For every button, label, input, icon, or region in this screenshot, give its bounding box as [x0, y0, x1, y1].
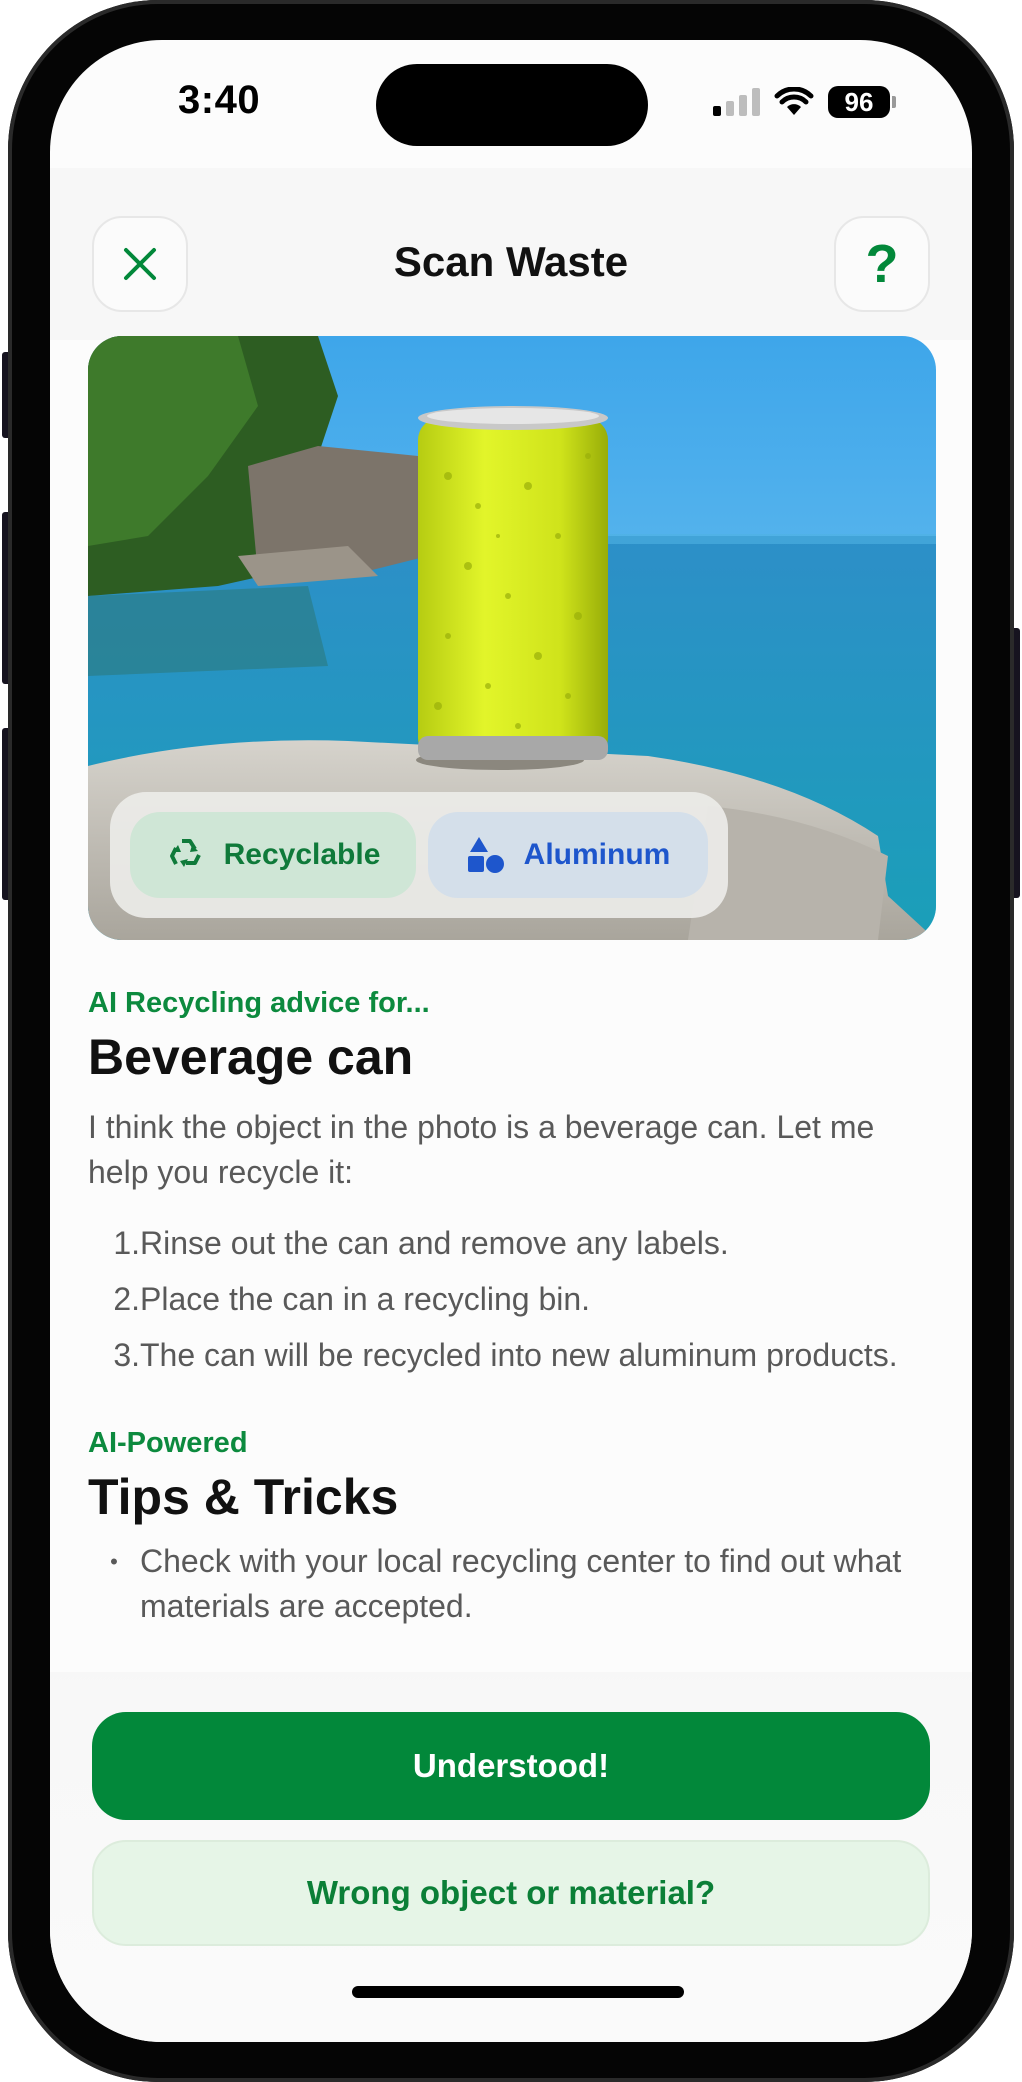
tip-text: Check with your local recycling center t… [140, 1542, 902, 1624]
battery-cap [892, 96, 896, 108]
recyclable-tag: Recyclable [130, 812, 416, 898]
recyclable-tag-label: Recyclable [223, 838, 381, 871]
object-title: Beverage can [88, 1028, 414, 1085]
step-text: Rinse out the can and remove any labels. [140, 1224, 729, 1261]
step-text: The can will be recycled into new alumin… [140, 1336, 898, 1373]
shapes-icon [467, 837, 504, 873]
list-item: 1. Rinse out the can and remove any labe… [88, 1221, 934, 1266]
advice-content: AI Recycling advice for... Beverage can … [88, 986, 934, 1629]
tips-list: • Check with your local recycling center… [88, 1539, 934, 1629]
dynamic-island [376, 64, 648, 146]
list-item: 3. The can will be recycled into new alu… [88, 1333, 934, 1378]
list-item: 2. Place the can in a recycling bin. [88, 1277, 934, 1322]
step-number: 1. [113, 1224, 140, 1261]
app-header: Scan Waste ? [50, 168, 972, 340]
app-screen: 3:40 96 Scan Waste ? Recyclable Aluminum… [50, 40, 972, 2042]
phone-device: 3:40 96 Scan Waste ? Recyclable Aluminum… [2, 0, 1020, 2082]
list-item: • Check with your local recycling center… [88, 1539, 934, 1629]
wrong-object-button[interactable]: Wrong object or material? [92, 1840, 930, 1946]
classification-tags: Recyclable Aluminum [110, 792, 728, 918]
tips-title: Tips & Tricks [88, 1468, 399, 1525]
step-text: Place the can in a recycling bin. [140, 1280, 591, 1317]
cellular-signal-icon [713, 88, 760, 116]
help-icon: ? [865, 234, 899, 294]
wifi-icon [774, 87, 814, 115]
recycling-steps: 1. Rinse out the can and remove any labe… [88, 1221, 934, 1378]
step-number: 2. [113, 1280, 140, 1317]
help-button[interactable]: ? [834, 216, 930, 312]
status-time: 3:40 [178, 78, 261, 122]
bullet-icon: • [110, 1548, 118, 1574]
advice-eyebrow: AI Recycling advice for... [88, 987, 430, 1019]
recycle-icon [169, 839, 201, 867]
tips-section: AI-Powered Tips & Tricks • Check with yo… [88, 1426, 934, 1629]
advice-intro: I think the object in the photo is a bev… [88, 1108, 875, 1190]
step-number: 3. [113, 1336, 140, 1373]
scanned-photo: Recyclable Aluminum [88, 336, 936, 940]
tips-eyebrow: AI-Powered [88, 1426, 248, 1459]
battery-indicator: 96 [828, 86, 890, 118]
material-tag-label: Aluminum [523, 838, 671, 871]
material-tag: Aluminum [428, 812, 708, 898]
home-indicator[interactable] [352, 1986, 684, 1998]
status-icons: 96 [713, 86, 896, 118]
understood-button[interactable]: Understood! [92, 1712, 930, 1820]
